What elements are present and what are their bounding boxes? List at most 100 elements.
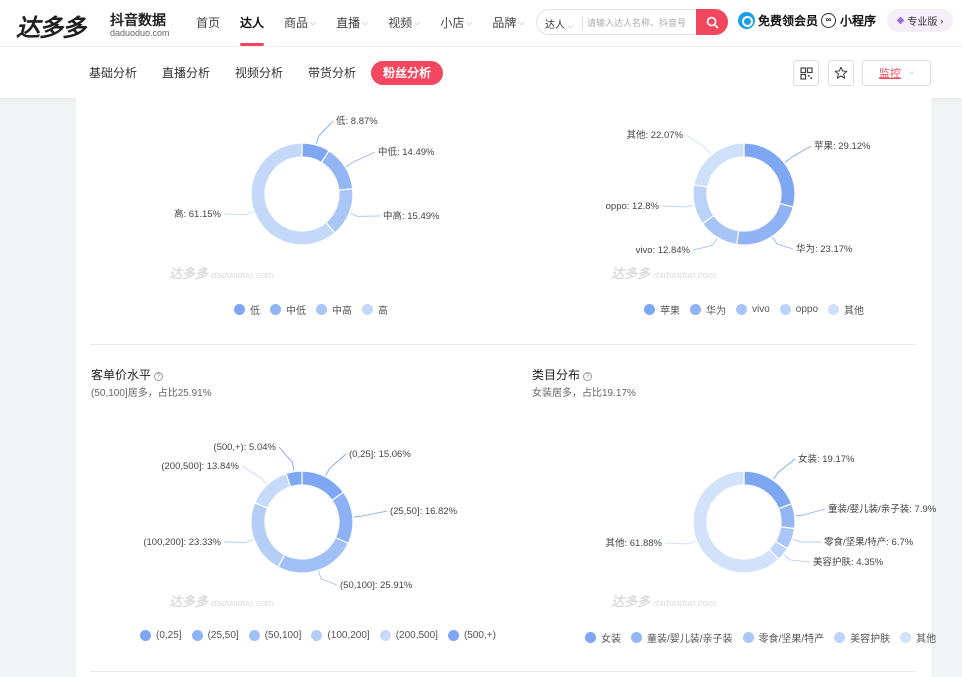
legend-swatch <box>631 632 642 643</box>
slice-label: 女装: 19.17% <box>798 453 855 465</box>
legend-item[interactable]: 美容护肤 <box>834 630 890 645</box>
legend-swatch <box>191 630 203 641</box>
legend-item[interactable]: 童装/婴儿装/亲子装 <box>631 630 733 645</box>
legend-label: 其他 <box>844 306 865 317</box>
slice-label: 童装/婴儿装/亲子装: 7.9% <box>828 503 937 515</box>
legend-swatch <box>447 630 459 641</box>
label-leader-line <box>325 453 347 476</box>
donut-slice[interactable] <box>743 142 796 208</box>
legend-swatch <box>248 630 260 641</box>
legend-swatch <box>742 632 754 643</box>
watermark-url: daduoduo.com <box>653 598 716 609</box>
label-leader-line <box>223 211 254 216</box>
legend-item[interactable]: vivo <box>736 304 770 315</box>
legend-swatch <box>644 304 655 315</box>
legend-label: 低 <box>250 306 260 317</box>
label-leader-line <box>223 539 254 543</box>
phone-donut: 苹果: 29.12% 华为: 23.17% vivo: 12.84% oppo: 12… <box>606 129 871 282</box>
slice-label: 中高: 15.49% <box>383 210 440 222</box>
price-donut: (0,25]: 15.06% (25,50]: 16.82% (50,100]: 2… <box>143 442 457 610</box>
label-leader-line <box>278 446 295 471</box>
slice-label: 零食/坚果/特产: 6.7% <box>824 536 914 548</box>
slice-label: 其他: 22.07% <box>627 129 684 141</box>
legend-swatch <box>270 304 281 315</box>
slice-label: (0,25]: 15.06% <box>349 449 411 460</box>
legend-label: (0,25] <box>156 630 182 641</box>
watermark-logo: 达多多 <box>169 594 209 610</box>
legend-item[interactable]: 苹果 <box>644 302 680 317</box>
donut-slice[interactable] <box>331 491 354 545</box>
legend-swatch <box>834 632 846 643</box>
slice-label: vivo: 12.84% <box>636 245 691 256</box>
legend-item[interactable]: (25,50] <box>191 630 239 641</box>
legend-swatch <box>900 632 912 643</box>
consumption-donut: 低: 8.87% 中低: 14.49% 中高: 15.49% 高: 61.15% 达多多… <box>169 115 440 282</box>
label-leader-line <box>784 145 812 163</box>
label-leader-line <box>350 213 381 217</box>
label-leader-line <box>353 510 388 518</box>
legend-swatch <box>234 304 245 315</box>
legend-item[interactable]: (0,25] <box>140 630 182 641</box>
legend-swatch <box>379 630 391 641</box>
donut-slice[interactable] <box>277 536 350 574</box>
legend-swatch <box>828 304 840 315</box>
phone-legend: 苹果 华为 vivo oppo 其他 <box>644 302 874 317</box>
legend-swatch <box>311 630 323 641</box>
legend-item[interactable]: 低 <box>234 302 260 317</box>
legend-swatch <box>585 632 596 643</box>
label-leader-line <box>345 151 376 167</box>
legend-item[interactable]: (500,+) <box>447 630 496 641</box>
legend-item[interactable]: oppo <box>779 304 819 315</box>
legend-item[interactable]: (50,100] <box>248 630 302 641</box>
category-donut: 女装: 19.17% 童装/婴儿装/亲子装: 7.9% 零食/坚果/特产: 6.7%… <box>606 453 937 610</box>
legend-label: (500,+) <box>463 630 496 641</box>
label-leader-line <box>772 237 794 250</box>
donut-slice[interactable] <box>253 472 292 509</box>
legend-label: 童装/婴儿装/亲子装 <box>647 634 733 645</box>
donut-slice[interactable] <box>736 202 795 246</box>
legend-label: (200,500] <box>395 630 438 641</box>
label-leader-line <box>773 458 796 480</box>
donut-slice[interactable] <box>693 142 745 188</box>
watermark-url: daduoduo.com <box>211 598 274 609</box>
legend-item[interactable]: 女装 <box>585 630 621 645</box>
donut-slice[interactable] <box>320 149 354 191</box>
legend-item[interactable]: 其他 <box>900 630 936 645</box>
legend-item[interactable]: 中低 <box>270 302 306 317</box>
donut-slice[interactable] <box>743 470 793 510</box>
legend-swatch <box>362 304 373 315</box>
consumption-legend: 低 中低 中高 高 <box>234 302 398 317</box>
label-leader-line <box>661 204 694 208</box>
legend-swatch <box>736 304 747 315</box>
donut-slice[interactable] <box>692 183 715 225</box>
legend-swatch <box>316 304 327 315</box>
legend-item[interactable]: 华为 <box>690 302 726 317</box>
label-leader-line <box>783 554 811 563</box>
legend-item[interactable]: 中高 <box>316 302 352 317</box>
label-leader-line <box>685 134 712 155</box>
legend-item[interactable]: 零食/坚果/特产 <box>742 630 825 645</box>
slice-label: (25,50]: 16.82% <box>390 506 458 517</box>
watermark-url: daduoduo.com <box>211 270 274 281</box>
watermark-logo: 达多多 <box>611 594 651 610</box>
label-leader-line <box>792 538 822 543</box>
slice-label: 华为: 23.17% <box>796 243 853 255</box>
legend-item[interactable]: (200,500] <box>379 630 438 641</box>
slice-label: (100,200]: 23.33% <box>143 537 221 548</box>
legend-label: 零食/坚果/特产 <box>758 634 825 645</box>
label-leader-line <box>241 465 267 485</box>
donut-slice[interactable] <box>250 502 286 568</box>
legend-label: (50,100] <box>264 630 302 641</box>
legend-label: 其他 <box>916 634 937 645</box>
slice-label: (200,500]: 13.84% <box>161 461 239 472</box>
legend-item[interactable]: 高 <box>362 302 388 317</box>
legend-item[interactable]: 其他 <box>828 302 864 317</box>
category-legend: 女装 童装/婴儿装/亲子装 零食/坚果/特产 美容护肤 其他 <box>585 630 946 645</box>
slice-label: 其他: 61.88% <box>606 537 663 549</box>
label-leader-line <box>318 571 338 586</box>
legend-item[interactable]: (100,200] <box>311 630 370 641</box>
slice-label: (500,+): 5.04% <box>213 442 276 453</box>
legend-label: oppo <box>795 304 819 315</box>
watermark-logo: 达多多 <box>611 266 651 282</box>
donut-slice[interactable] <box>777 502 796 530</box>
